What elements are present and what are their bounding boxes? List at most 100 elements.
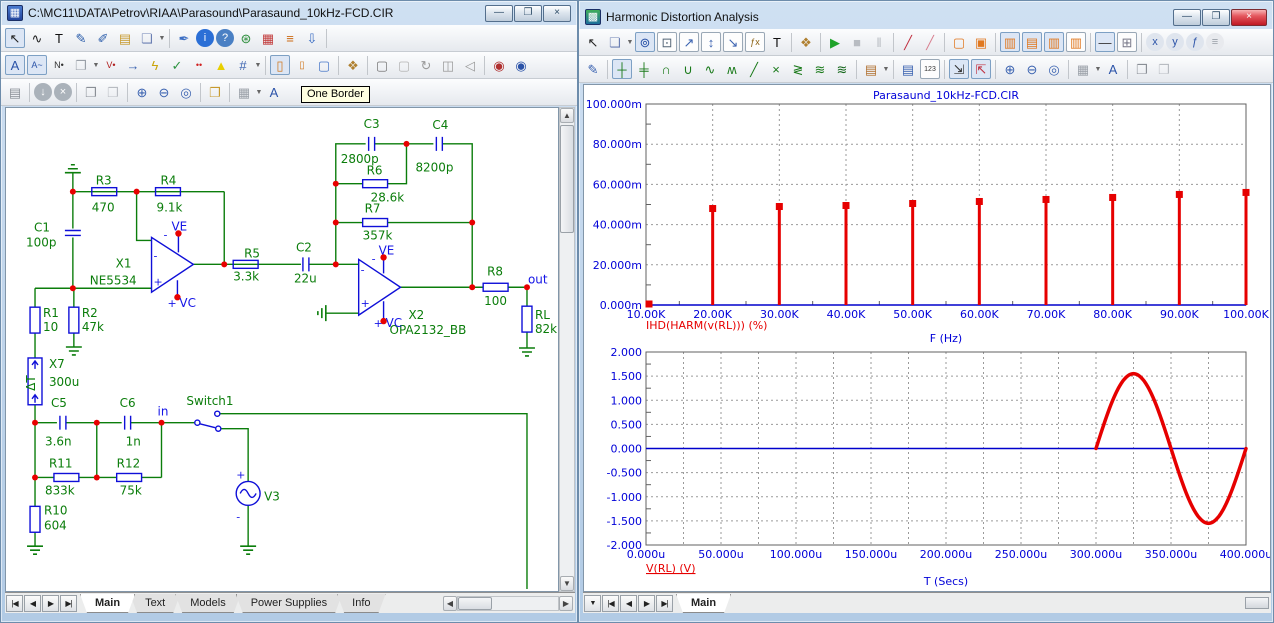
tab-last-button[interactable]: ▶|	[656, 595, 673, 612]
show-power-icon[interactable]: ϟ	[145, 55, 165, 75]
send-to-back-icon[interactable]: ❐	[103, 82, 123, 102]
point-tool-icon[interactable]: ✐	[93, 28, 113, 48]
schematic-horizontal-scrollbar[interactable]: ◀ ▶	[443, 594, 573, 613]
state-variables-icon[interactable]: 123	[920, 59, 940, 79]
tab-splitter[interactable]	[1245, 597, 1269, 609]
link-tool-icon[interactable]: ⊛	[236, 28, 256, 48]
schematic-vertical-scrollbar[interactable]: ▲ ▼	[559, 107, 575, 592]
scale-mode-icon[interactable]: ↗	[679, 32, 699, 52]
show-attribute-text-icon[interactable]: A	[5, 55, 25, 75]
horizontal-axis-icon[interactable]: —	[1095, 32, 1115, 52]
horizontal-scroll-thumb[interactable]	[458, 597, 492, 610]
clear-box-icon[interactable]: ▢	[394, 55, 414, 75]
scroll-down-button[interactable]: ▼	[560, 576, 574, 591]
minimize-button[interactable]: —	[1173, 9, 1201, 26]
info-page-icon[interactable]: ▤	[5, 82, 25, 102]
maximize-button[interactable]: ❐	[1202, 9, 1230, 26]
clipboard-dropdown[interactable]: ▼	[882, 66, 890, 73]
schematic-canvas[interactable]: R3470 R49.1k C1100p X1NE5534 R53.3k C222…	[5, 107, 559, 592]
tab-main[interactable]: Main	[676, 594, 731, 613]
vertical-bars-icon[interactable]: ▥	[1066, 32, 1086, 52]
plot-canvas[interactable]: Parasaund_10kHz-FCD.CIR100.000m80.000m60…	[583, 84, 1271, 592]
flip-y-icon[interactable]: ◁	[460, 55, 480, 75]
go-to-y-icon[interactable]: y	[1166, 33, 1184, 51]
envelope-top-icon[interactable]: ≋	[810, 59, 830, 79]
bring-to-front-icon[interactable]: ❐	[81, 82, 101, 102]
line-tool-icon[interactable]: ✎	[71, 28, 91, 48]
close-button[interactable]: ×	[1231, 9, 1267, 26]
info-tool-icon[interactable]: i	[196, 29, 214, 47]
show-wire-text-icon[interactable]: A~	[27, 55, 47, 75]
normalize-icon[interactable]: ⇲	[949, 59, 969, 79]
inflection-icon[interactable]: ╱	[744, 59, 764, 79]
title-block-icon[interactable]: ▯	[292, 55, 312, 75]
pause-icon[interactable]: ‖	[869, 32, 889, 52]
cursor-next-icon[interactable]: ╪	[634, 59, 654, 79]
one-border-icon[interactable]: ▯	[270, 55, 290, 75]
select-tool-icon[interactable]: ↖	[583, 32, 603, 52]
scroll-up-button[interactable]: ▲	[560, 108, 574, 123]
tab-info[interactable]: Info	[337, 594, 385, 613]
rotate-icon[interactable]: ↻	[416, 55, 436, 75]
copy-picture-icon[interactable]: ❐	[71, 55, 91, 75]
stop-icon[interactable]: ■	[847, 32, 867, 52]
global-high-low-icon[interactable]: ×	[766, 59, 786, 79]
select-box-icon[interactable]: ▢	[372, 55, 392, 75]
shapes-tool-dropdown[interactable]: ▼	[626, 39, 634, 46]
tab-first-button[interactable]: |◀	[602, 595, 619, 612]
show-node-voltages-icon[interactable]: V•	[101, 55, 121, 75]
tab-first-button[interactable]: |◀	[6, 595, 23, 612]
zoom-in-icon[interactable]: ⊕	[1000, 59, 1020, 79]
formula-tag-mode-icon[interactable]: ƒx	[745, 32, 765, 52]
show-warnings-icon[interactable]: ▲	[211, 55, 231, 75]
copy-picture-dropdown[interactable]: ▼	[92, 62, 100, 69]
high-icon[interactable]: ∿	[700, 59, 720, 79]
grid-toggle-icon[interactable]: #	[233, 55, 253, 75]
cursor-mode-icon[interactable]: ┼	[612, 59, 632, 79]
zoom-100-icon[interactable]: ◎	[1044, 59, 1064, 79]
analysis-titlebar[interactable]: ▩ Harmonic Distortion Analysis — ❐ ×	[579, 1, 1273, 29]
help-mode-tool-icon[interactable]: ?	[216, 29, 234, 47]
shapes-tool-icon[interactable]: ❏	[137, 28, 157, 48]
vertical-scroll-thumb[interactable]	[560, 125, 574, 233]
plot-select-dropdown[interactable]: ▼	[584, 595, 601, 612]
go-to-performance-icon[interactable]: ƒ	[1186, 33, 1204, 51]
step-disabled-icon[interactable]: ↓	[34, 83, 52, 101]
split-view-dropdown[interactable]: ▼	[255, 89, 263, 96]
bring-to-front-icon[interactable]: ❐	[1132, 59, 1152, 79]
find-component-icon[interactable]: ◉	[489, 55, 509, 75]
go-to-branch-icon[interactable]: ≡	[1206, 33, 1224, 51]
valley-icon[interactable]: ∪	[678, 59, 698, 79]
slope-log-icon[interactable]: ╱	[920, 32, 940, 52]
scroll-right-button[interactable]: ▶	[559, 596, 573, 611]
horizontal-bars-icon[interactable]: ▤	[1022, 32, 1042, 52]
clipboard-icon[interactable]: ▤	[861, 59, 881, 79]
schematic-titlebar[interactable]: ▦ C:\MC11\DATA\Petrov\RIAA\Parasound\Par…	[1, 1, 577, 25]
panel-layout-dropdown[interactable]: ▼	[1094, 66, 1102, 73]
autoscale-cursor-icon[interactable]: ⇱	[971, 59, 991, 79]
export-tool-icon[interactable]: ⇩	[302, 28, 322, 48]
tab-power-supplies[interactable]: Power Supplies	[236, 594, 342, 613]
show-node-numbers-icon[interactable]: N•	[49, 55, 69, 75]
tab-models[interactable]: Models	[175, 594, 240, 613]
component-tool-icon[interactable]: ▤	[115, 28, 135, 48]
show-pin-connections-icon[interactable]: ••	[189, 55, 209, 75]
wire-mode-icon[interactable]: ∿	[27, 28, 47, 48]
select-tool-icon[interactable]: ↖	[5, 28, 25, 48]
shapes-tool-icon[interactable]: ❏	[605, 32, 625, 52]
flip-x-icon[interactable]: ◫	[438, 55, 458, 75]
close-button[interactable]: ×	[543, 5, 571, 22]
text-tool-icon[interactable]: T	[49, 28, 69, 48]
shapes-tool-dropdown[interactable]: ▼	[158, 35, 166, 42]
maximize-button[interactable]: ❐	[514, 5, 542, 22]
send-to-back-icon[interactable]: ❐	[1154, 59, 1174, 79]
find-icon[interactable]: ◉	[511, 55, 531, 75]
tab-main[interactable]: Main	[80, 594, 135, 613]
run-icon[interactable]: ▶	[825, 32, 845, 52]
font-icon[interactable]: A	[1103, 59, 1123, 79]
zoom-out-icon[interactable]: ⊖	[1022, 59, 1042, 79]
flag-tool-icon[interactable]: ✒	[174, 28, 194, 48]
text-tool-icon[interactable]: T	[767, 32, 787, 52]
periodic-steady-icon[interactable]: ▥	[1000, 32, 1020, 52]
page-view-icon[interactable]: ❐	[205, 82, 225, 102]
